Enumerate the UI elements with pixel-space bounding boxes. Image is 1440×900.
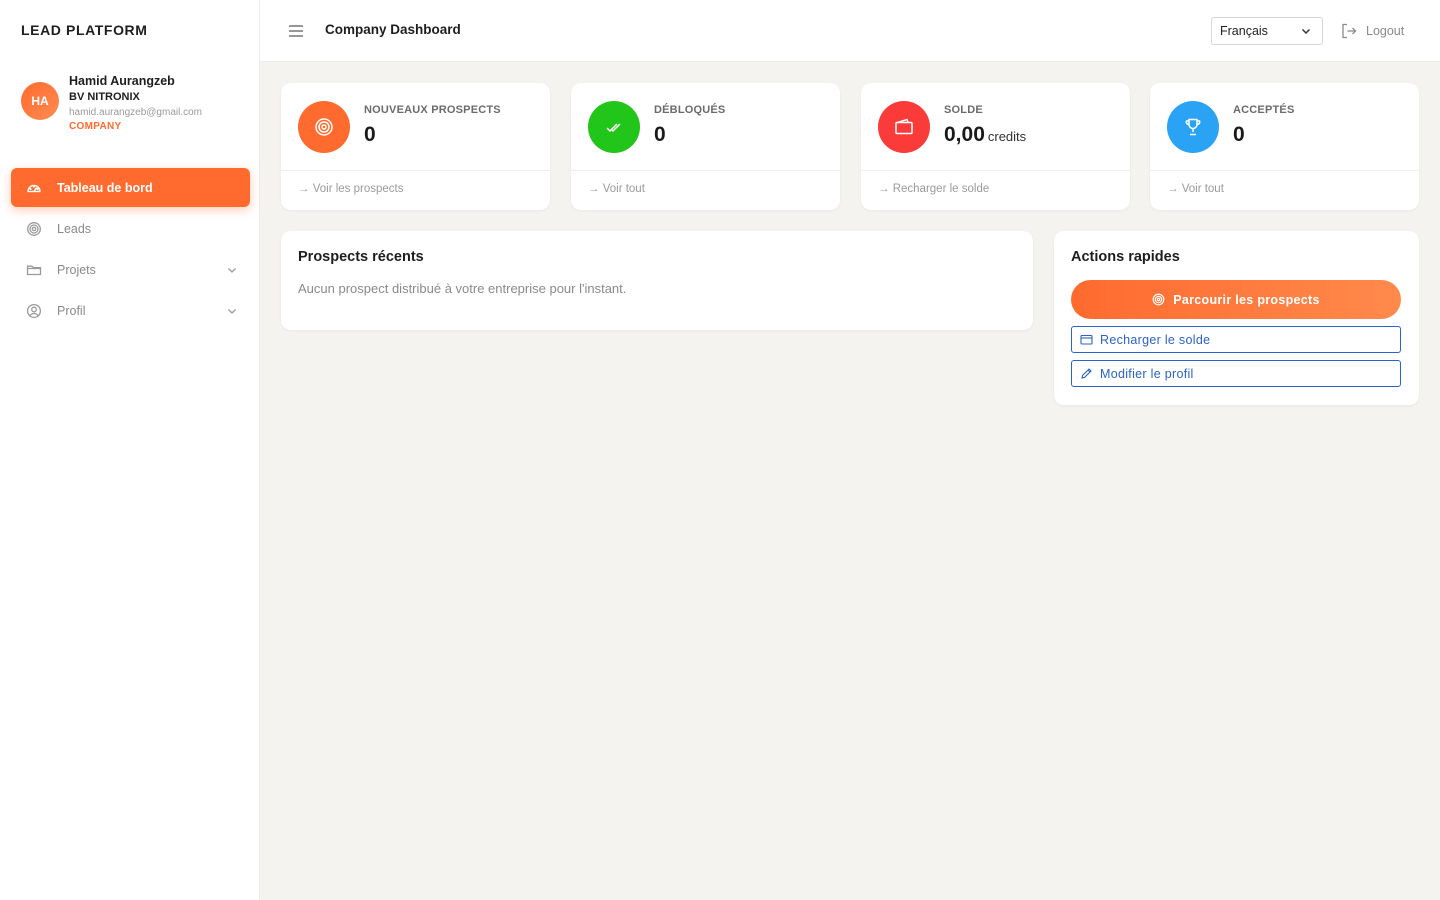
sidebar-item-label: Profil [57, 303, 86, 318]
recharge-balance-link[interactable]: → Recharger le solde [878, 183, 989, 195]
sidebar-item-label: Leads [57, 221, 92, 236]
arrow-right-icon: → [878, 183, 890, 195]
language-select-value: Français [1220, 24, 1268, 38]
recent-prospects-panel: Prospects récents Aucun prospect distrib… [281, 231, 1033, 330]
button-label: Recharger le solde [1100, 332, 1211, 347]
sidebar-item-label: Projets [57, 262, 96, 277]
view-all-unlocked-link[interactable]: → Voir tout [588, 183, 645, 195]
link-label: Voir tout [602, 183, 645, 195]
wallet-icon [878, 101, 930, 153]
user-email: hamid.aurangzeb@gmail.com [69, 107, 202, 118]
sidebar-item-profile[interactable]: Profil [11, 291, 250, 330]
link-label: Voir tout [1181, 183, 1224, 195]
user-profile-card: HA Hamid Aurangzeb BV NITRONIX hamid.aur… [21, 74, 251, 136]
recharge-balance-button[interactable]: Recharger le solde [1071, 326, 1401, 353]
view-all-accepted-link[interactable]: → Voir tout [1167, 183, 1224, 195]
view-prospects-link[interactable]: → Voir les prospects [298, 183, 403, 195]
dashboard-gauge-icon [26, 180, 42, 196]
quick-actions-panel: Actions rapides Parcourir les prospects … [1054, 231, 1419, 405]
logout-label: Logout [1366, 24, 1405, 38]
balance-amount: 0,00 [944, 123, 985, 146]
wallet-icon [1080, 333, 1093, 346]
chevron-down-icon [226, 264, 238, 276]
balance-unit: credits [987, 129, 1027, 144]
chevron-down-icon [226, 305, 238, 317]
avatar: HA [21, 82, 59, 120]
link-label: Voir les prospects [312, 183, 404, 195]
stat-card-unlocked: DÉBLOQUÉS 0 → Voir tout [571, 83, 840, 210]
stat-label: SOLDE [944, 104, 983, 116]
language-select[interactable]: Français [1211, 17, 1323, 45]
stat-card-accepted: ACCEPTÉS 0 → Voir tout [1150, 83, 1419, 210]
button-label: Modifier le profil [1100, 366, 1194, 381]
edit-profile-button[interactable]: Modifier le profil [1071, 360, 1401, 387]
user-name: Hamid Aurangzeb [69, 74, 175, 88]
target-icon [26, 221, 42, 237]
page-title: Company Dashboard [325, 22, 461, 37]
pencil-icon [1080, 367, 1093, 380]
arrow-right-icon: → [298, 183, 310, 195]
arrow-right-icon: → [588, 183, 600, 195]
sidebar-item-leads[interactable]: Leads [11, 209, 250, 248]
chevron-down-icon [1300, 25, 1312, 37]
top-header: Company Dashboard Français Logout [260, 0, 1440, 62]
target-icon [298, 101, 350, 153]
double-check-icon [588, 101, 640, 153]
stat-card-body: ACCEPTÉS 0 [1150, 83, 1419, 171]
folder-icon [26, 262, 42, 278]
sidebar: LEAD PLATFORM HA Hamid Aurangzeb BV NITR… [0, 0, 260, 900]
sidebar-item-projects[interactable]: Projets [11, 250, 250, 289]
user-role-badge: COMPANY [69, 121, 122, 132]
button-label: Parcourir les prospects [1173, 292, 1320, 307]
stat-card-body: NOUVEAUX PROSPECTS 0 [281, 83, 550, 171]
panel-title: Actions rapides [1071, 249, 1180, 265]
stat-value: 0,00 credits [944, 123, 1026, 147]
browse-prospects-button[interactable]: Parcourir les prospects [1071, 280, 1401, 319]
sidebar-item-dashboard[interactable]: Tableau de bord [11, 168, 250, 207]
stat-card-body: SOLDE 0,00 credits [861, 83, 1130, 171]
target-icon [1152, 293, 1165, 306]
brand-logo: LEAD PLATFORM [21, 22, 148, 38]
logout-button[interactable]: Logout [1340, 22, 1404, 40]
stat-value: 0 [364, 123, 376, 146]
sidebar-nav: Tableau de bord Leads Projets Profil [11, 168, 250, 332]
stat-card-new-prospects: NOUVEAUX PROSPECTS 0 → Voir les prospect… [281, 83, 550, 210]
arrow-right-icon: → [1167, 183, 1179, 195]
link-label: Recharger le solde [892, 183, 990, 195]
stat-value: 0 [1233, 123, 1245, 146]
user-info: Hamid Aurangzeb BV NITRONIX hamid.aurang… [69, 74, 249, 133]
stat-label: DÉBLOQUÉS [654, 104, 726, 116]
logout-icon [1340, 22, 1358, 40]
user-company: BV NITRONIX [69, 91, 140, 103]
trophy-icon [1167, 101, 1219, 153]
sidebar-item-label: Tableau de bord [57, 180, 153, 195]
stat-card-body: DÉBLOQUÉS 0 [571, 83, 840, 171]
user-circle-icon [26, 303, 42, 319]
stat-value: 0 [654, 123, 666, 146]
panel-title: Prospects récents [298, 249, 424, 265]
hamburger-menu-icon[interactable] [287, 22, 305, 40]
empty-state-message: Aucun prospect distribué à votre entrepr… [298, 281, 627, 296]
stat-label: ACCEPTÉS [1233, 104, 1295, 116]
stat-card-balance: SOLDE 0,00 credits → Recharger le solde [861, 83, 1130, 210]
stat-label: NOUVEAUX PROSPECTS [364, 104, 501, 116]
